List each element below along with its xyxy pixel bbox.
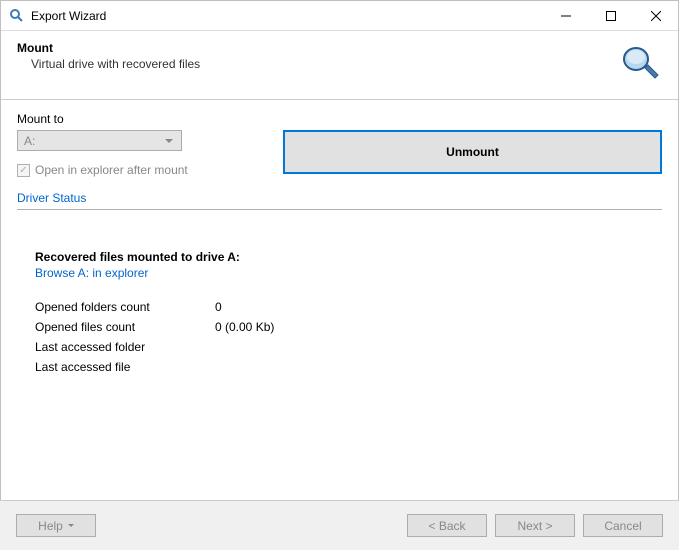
back-button-label: < Back bbox=[428, 519, 465, 533]
stat-last-folder: Last accessed folder bbox=[35, 340, 662, 354]
page-title: Mount bbox=[17, 41, 618, 55]
minimize-button[interactable] bbox=[543, 1, 588, 30]
drive-select-value: A: bbox=[24, 134, 35, 148]
help-button-label: Help bbox=[38, 519, 63, 533]
wizard-header: Mount Virtual drive with recovered files bbox=[1, 31, 678, 100]
wizard-icon bbox=[618, 41, 662, 85]
window-title: Export Wizard bbox=[31, 9, 106, 23]
app-icon bbox=[9, 8, 25, 24]
open-explorer-label: Open in explorer after mount bbox=[35, 163, 188, 177]
stat-opened-files: Opened files count 0 (0.00 Kb) bbox=[35, 320, 662, 334]
wizard-footer: Help < Back Next > Cancel bbox=[0, 500, 679, 550]
stat-opened-folders: Opened folders count 0 bbox=[35, 300, 662, 314]
mount-to-label: Mount to bbox=[17, 112, 267, 126]
close-button[interactable] bbox=[633, 1, 678, 30]
unmount-button-label: Unmount bbox=[446, 145, 499, 159]
open-explorer-checkbox[interactable]: ✓ bbox=[17, 164, 30, 177]
driver-status-link[interactable]: Driver Status bbox=[17, 191, 86, 205]
stat-label: Opened folders count bbox=[35, 300, 215, 314]
unmount-button[interactable]: Unmount bbox=[283, 130, 662, 174]
cancel-button-label: Cancel bbox=[604, 519, 641, 533]
browse-explorer-link[interactable]: Browse A: in explorer bbox=[35, 266, 148, 280]
stat-last-file: Last accessed file bbox=[35, 360, 662, 374]
help-button[interactable]: Help bbox=[16, 514, 96, 537]
page-subtitle: Virtual drive with recovered files bbox=[31, 57, 618, 71]
next-button[interactable]: Next > bbox=[495, 514, 575, 537]
stat-label: Last accessed folder bbox=[35, 340, 215, 354]
recovered-title: Recovered files mounted to drive A: bbox=[35, 250, 662, 264]
drive-select[interactable]: A: bbox=[17, 130, 182, 151]
separator bbox=[17, 209, 662, 210]
back-button[interactable]: < Back bbox=[407, 514, 487, 537]
cancel-button[interactable]: Cancel bbox=[583, 514, 663, 537]
titlebar: Export Wizard bbox=[1, 1, 678, 31]
next-button-label: Next > bbox=[517, 519, 552, 533]
stat-value: 0 (0.00 Kb) bbox=[215, 320, 274, 334]
stat-value: 0 bbox=[215, 300, 222, 314]
maximize-button[interactable] bbox=[588, 1, 633, 30]
stat-label: Last accessed file bbox=[35, 360, 215, 374]
stat-label: Opened files count bbox=[35, 320, 215, 334]
